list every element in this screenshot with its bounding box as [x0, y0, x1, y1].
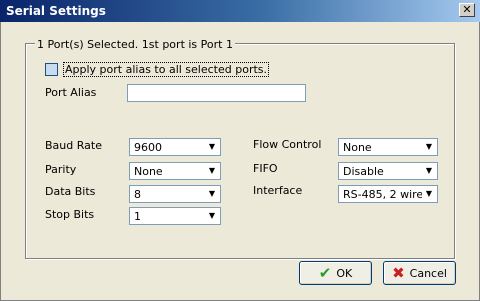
chevron-down-icon[interactable]: ▼: [205, 209, 219, 223]
flow-control-value: None: [343, 141, 372, 154]
ok-button-label: OK: [336, 266, 353, 280]
interface-select[interactable]: RS-485, 2 wire ▼: [338, 185, 438, 203]
chevron-down-icon[interactable]: ▼: [205, 140, 219, 154]
chevron-down-icon[interactable]: ▼: [422, 140, 436, 154]
dialog-body: 1 Port(s) Selected. 1st port is Port 1 A…: [0, 22, 480, 301]
interface-value: RS-485, 2 wire: [343, 188, 424, 201]
baud-rate-value: 9600: [134, 141, 162, 154]
chevron-down-icon[interactable]: ▼: [422, 187, 436, 201]
apply-alias-label[interactable]: Apply port alias to all selected ports.: [63, 62, 270, 77]
flow-control-label: Flow Control: [253, 138, 322, 151]
chevron-down-icon[interactable]: ▼: [205, 187, 219, 201]
parity-value: None: [134, 165, 163, 178]
window-title: Serial Settings: [6, 4, 106, 18]
cancel-icon: ✖: [392, 264, 405, 282]
data-bits-value: 8: [134, 188, 141, 201]
cancel-button[interactable]: ✖ Cancel: [383, 261, 456, 285]
apply-alias-checkbox[interactable]: [45, 63, 58, 76]
chevron-down-icon[interactable]: ▼: [422, 164, 436, 178]
chevron-down-icon[interactable]: ▼: [205, 164, 219, 178]
data-bits-label: Data Bits: [45, 185, 96, 198]
stop-bits-label: Stop Bits: [45, 208, 95, 221]
title-bar: Serial Settings ✕: [0, 0, 480, 22]
stop-bits-select[interactable]: 1 ▼: [129, 207, 221, 225]
ok-button[interactable]: ✔ OK: [299, 261, 372, 285]
port-alias-label: Port Alias: [45, 86, 97, 99]
baud-rate-select[interactable]: 9600 ▼: [129, 138, 221, 156]
interface-label: Interface: [253, 184, 303, 197]
checkmark-icon: ✔: [318, 264, 332, 282]
fifo-label: FIFO: [253, 162, 278, 175]
port-alias-input[interactable]: [127, 84, 306, 102]
apply-alias-row[interactable]: Apply port alias to all selected ports.: [45, 62, 270, 77]
fifo-select[interactable]: Disable ▼: [338, 162, 438, 180]
group-title: 1 Port(s) Selected. 1st port is Port 1: [35, 38, 235, 51]
parity-select[interactable]: None ▼: [129, 162, 221, 180]
stop-bits-value: 1: [134, 210, 141, 223]
flow-control-select[interactable]: None ▼: [338, 138, 438, 156]
cancel-button-label: Cancel: [409, 266, 447, 280]
close-icon: ✕: [462, 3, 472, 16]
close-button[interactable]: ✕: [459, 3, 475, 17]
baud-rate-label: Baud Rate: [45, 139, 102, 152]
fifo-value: Disable: [343, 165, 384, 178]
data-bits-select[interactable]: 8 ▼: [129, 185, 221, 203]
parity-label: Parity: [45, 163, 77, 176]
